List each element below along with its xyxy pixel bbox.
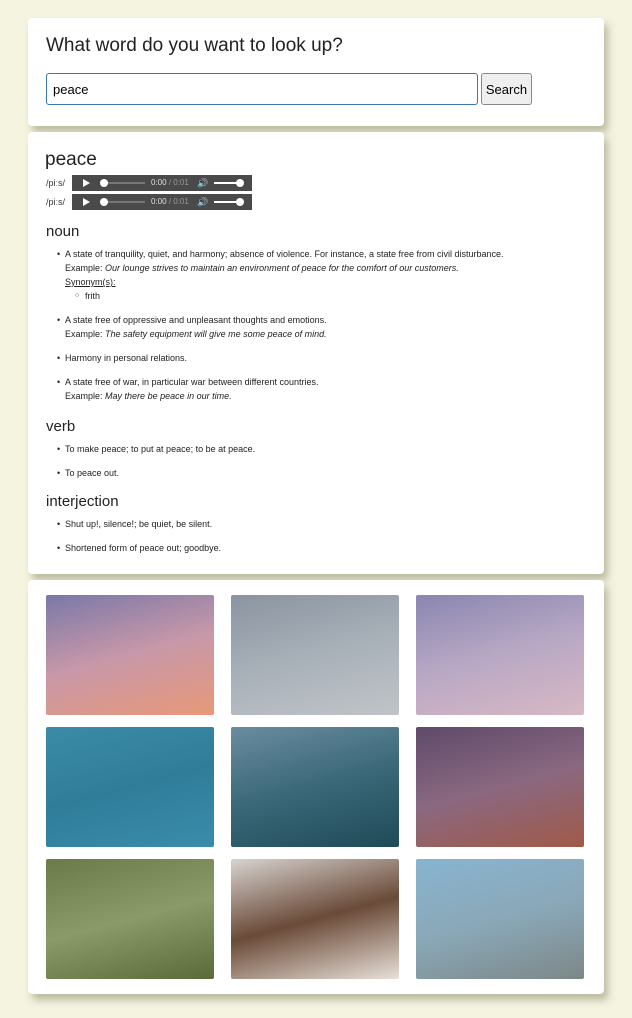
definition-item: To peace out. [57,466,595,480]
definition-text: To peace out. [65,468,120,478]
definition-text: Shortened form of peace out; goodbye. [65,543,222,553]
definition-text: Shut up!, silence!; be quiet, be silent. [65,519,213,529]
word-title: peace [45,149,97,170]
seek-bar[interactable] [103,201,145,203]
photo-swing-over-water-dusk[interactable] [231,727,399,847]
photo-purple-sunset-sea-shore[interactable] [416,727,584,847]
definition-example: Example: Our lounge strives to maintain … [65,263,459,273]
volume-handle[interactable] [236,198,244,206]
definition-text: A state free of oppressive and unpleasan… [65,315,327,325]
volume-icon[interactable]: 🔊 [197,197,208,207]
search-button[interactable]: Search [481,73,532,105]
phonetic-text: /piːs/ [46,197,66,207]
seek-bar[interactable] [103,182,145,184]
definition-text: A state free of war, in particular war b… [65,377,319,387]
pos-heading-verb: verb [46,418,76,435]
definition-text: Harmony in personal relations. [65,353,188,363]
definition-item: A state of tranquility, quiet, and harmo… [57,247,595,303]
definition-item: Shortened form of peace out; goodbye. [57,541,595,555]
definition-item: Shut up!, silence!; be quiet, be silent. [57,517,595,531]
definition-text: A state of tranquility, quiet, and harmo… [65,249,504,259]
photo-person-lying-on-grass-palms[interactable] [46,859,214,979]
photo-hands-reaching-sunset-sky[interactable] [46,595,214,715]
phonetic-text: /piːs/ [46,178,66,188]
definition-item: A state free of war, in particular war b… [57,375,595,403]
volume-icon[interactable]: 🔊 [197,178,208,188]
photo-white-dove-on-hand-blue[interactable] [46,727,214,847]
synonyms-label: Synonym(s): [65,277,116,287]
search-card: What word do you want to look up? Search [28,18,604,126]
definition-list-noun: A state of tranquility, quiet, and harmo… [57,247,595,403]
definition-card: peace /piːs/ 0:00 / 0:01 🔊 /piːs/ 0:00 /… [28,132,604,574]
definition-example: Example: May there be peace in our time. [65,391,232,401]
definition-text: To make peace; to put at peace; to be at… [65,444,256,454]
pos-heading-interjection: interjection [46,493,119,510]
definition-list-interjection: Shut up!, silence!; be quiet, be silent.… [57,517,595,555]
search-input[interactable] [46,73,478,105]
audio-player[interactable]: 0:00 / 0:01 🔊 [72,194,252,210]
photo-woman-on-swing-grey-sky[interactable] [231,595,399,715]
pos-heading-noun: noun [46,223,80,240]
volume-handle[interactable] [236,179,244,187]
audio-time: 0:00 / 0:01 [151,178,189,187]
definition-item: Harmony in personal relations. [57,351,595,365]
definition-item: To make peace; to put at peace; to be at… [57,442,595,456]
seek-handle[interactable] [100,198,108,206]
synonym-item: frith [65,289,595,303]
audio-player[interactable]: 0:00 / 0:01 🔊 [72,175,252,191]
definition-item: A state free of oppressive and unpleasan… [57,313,595,341]
photo-woman-meditating-on-rock-sea[interactable] [416,859,584,979]
definition-example: Example: The safety equipment will give … [65,329,327,339]
search-heading: What word do you want to look up? [46,35,343,56]
image-gallery [28,580,604,994]
photo-purple-clouds-sky[interactable] [416,595,584,715]
definition-list-verb: To make peace; to put at peace; to be at… [57,442,595,480]
photo-woman-meditating-praying-hands[interactable] [231,859,399,979]
seek-handle[interactable] [100,179,108,187]
play-icon[interactable] [83,179,90,187]
audio-time: 0:00 / 0:01 [151,197,189,206]
play-icon[interactable] [83,198,90,206]
